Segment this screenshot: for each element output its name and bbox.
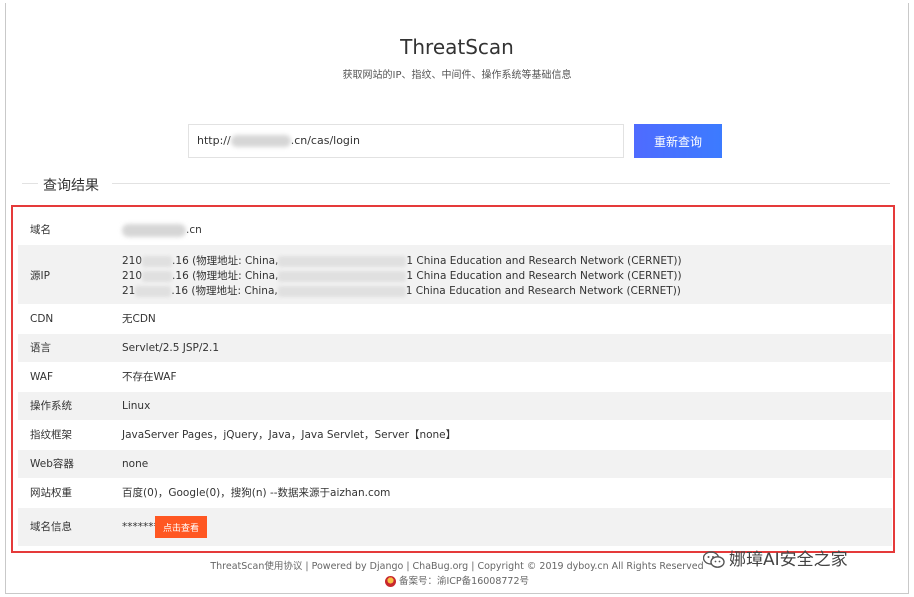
redacted-domain	[122, 223, 186, 237]
view-whois-button[interactable]: 点击查看	[155, 516, 207, 538]
domain-label: 域名	[30, 224, 51, 236]
ip-label: 源IP	[30, 270, 50, 282]
waf-label: WAF	[30, 371, 54, 383]
row-domain: 域名 .cn	[18, 216, 892, 244]
whois-value: *******	[122, 521, 159, 533]
row-cdn: CDN 无CDN	[18, 305, 892, 333]
cdn-value: 无CDN	[122, 313, 156, 325]
waf-value: 不存在WAF	[122, 371, 177, 383]
row-whois: 域名信息 *******	[18, 508, 892, 546]
language-value: Servlet/2.5 JSP/2.1	[122, 342, 220, 354]
os-label: 操作系统	[30, 400, 72, 412]
cdn-label: CDN	[30, 313, 54, 325]
legend-divider-right	[112, 183, 890, 184]
page-subtitle: 获取网站的IP、指纹、中间件、操作系统等基础信息	[342, 70, 572, 81]
fingerprint-label: 指纹框架	[30, 429, 72, 441]
domain-suffix: .cn	[186, 224, 202, 236]
url-prefix: http://	[197, 134, 231, 147]
fingerprint-value: JavaServer Pages，jQuery，Java，Java Servle…	[122, 429, 457, 441]
watermark: 娜璋AI安全之家	[703, 545, 848, 570]
icp-record: 备案号：渝ICP备16008772号	[0, 573, 914, 587]
site-weight-value: 百度(0)，Google(0)，搜狗(n) --数据来源于aizhan.com	[122, 487, 391, 499]
police-badge-icon	[384, 576, 396, 587]
row-web-container: Web容器 none	[18, 450, 892, 478]
row-site-weight: 网站权重 百度(0)，Google(0)，搜狗(n) --数据来源于aizhan…	[18, 479, 892, 507]
web-container-value: none	[122, 458, 149, 470]
row-ip: 源IP 210.16 (物理地址: China, 1 China Educatio…	[18, 245, 892, 304]
ip-line-3: 21.16 (物理地址: China, 1 China Education and…	[122, 285, 681, 297]
ip-line-2: 210.16 (物理地址: China, 1 China Education an…	[122, 270, 682, 282]
site-weight-label: 网站权重	[30, 487, 72, 499]
row-os: 操作系统 Linux	[18, 392, 892, 420]
url-input[interactable]: http:// .cn/cas/login	[188, 124, 624, 158]
os-value: Linux	[122, 400, 151, 412]
ip-line-1: 210.16 (物理地址: China, 1 China Education an…	[122, 255, 682, 267]
wechat-icon	[703, 551, 725, 568]
legend-divider-left	[22, 183, 38, 184]
row-fingerprint: 指纹框架 JavaServer Pages，jQuery，Java，Java S…	[18, 421, 892, 449]
url-suffix: .cn/cas/login	[290, 134, 360, 147]
domain-value: .cn	[122, 216, 202, 244]
web-container-label: Web容器	[30, 458, 74, 470]
icp-text: 备案号：渝ICP备16008772号	[398, 576, 530, 587]
row-language: 语言 Servlet/2.5 JSP/2.1	[18, 334, 892, 362]
requery-button[interactable]: 重新查询	[634, 124, 722, 158]
watermark-text: 娜璋AI安全之家	[729, 550, 848, 570]
redacted-host	[230, 135, 291, 147]
language-label: 语言	[30, 342, 51, 354]
whois-label: 域名信息	[30, 521, 72, 533]
row-waf: WAF 不存在WAF	[18, 363, 892, 391]
page-title: ThreatScan	[400, 35, 514, 59]
results-legend: 查询结果	[41, 175, 101, 195]
